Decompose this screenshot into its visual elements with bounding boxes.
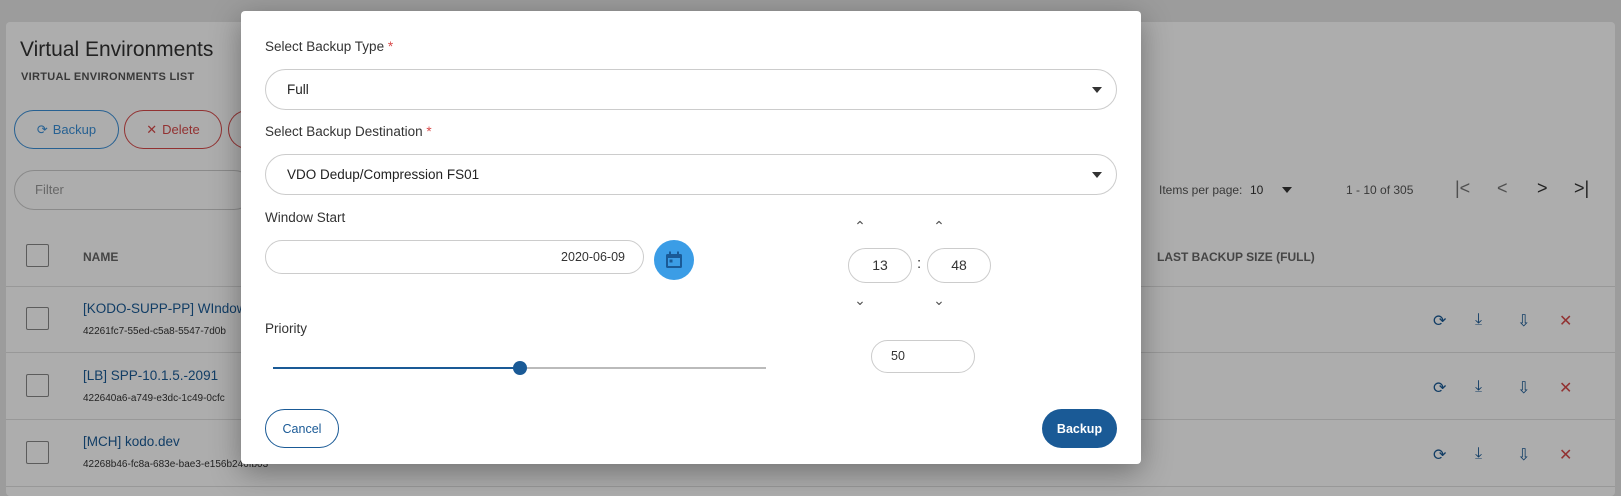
calendar-button[interactable] xyxy=(654,240,694,280)
destination-label: Select Backup Destination * xyxy=(265,124,432,139)
backup-dialog: Select Backup Type * Full Select Backup … xyxy=(241,11,1141,464)
hour-increment-icon[interactable]: ⌃ xyxy=(850,218,870,235)
window-start-label: Window Start xyxy=(265,210,346,225)
priority-label: Priority xyxy=(265,321,308,336)
backup-type-select[interactable]: Full xyxy=(265,69,1117,110)
calendar-icon xyxy=(666,251,682,268)
backup-button[interactable]: Backup xyxy=(1042,409,1117,448)
backup-type-label: Select Backup Type * xyxy=(265,39,394,54)
window-start-date-input[interactable]: 2020-06-09 xyxy=(265,240,644,274)
hour-input[interactable]: 13 xyxy=(848,248,912,283)
minute-decrement-icon[interactable]: ⌄ xyxy=(929,292,949,309)
priority-input[interactable]: 50 xyxy=(871,340,975,373)
priority-slider-fill xyxy=(273,367,520,369)
priority-slider-thumb[interactable] xyxy=(512,361,527,375)
chevron-down-icon xyxy=(1092,87,1102,93)
cancel-button[interactable]: Cancel xyxy=(265,409,339,448)
destination-select[interactable]: VDO Dedup/Compression FS01 xyxy=(265,154,1117,195)
minute-increment-icon[interactable]: ⌃ xyxy=(929,218,949,235)
hour-decrement-icon[interactable]: ⌄ xyxy=(850,292,870,309)
time-separator: : xyxy=(917,255,922,272)
chevron-down-icon xyxy=(1092,172,1102,178)
minute-input[interactable]: 48 xyxy=(927,248,991,283)
